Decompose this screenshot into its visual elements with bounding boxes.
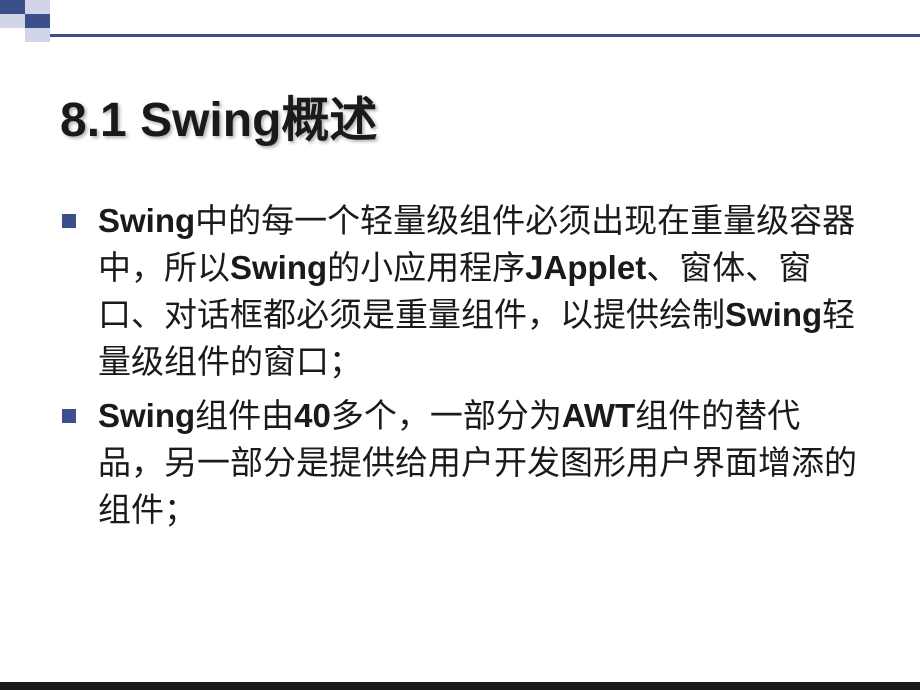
slide-decoration: [0, 0, 920, 42]
bullet-list: Swing中的每一个轻量级组件必须出现在重量级容器中，所以Swing的小应用程序…: [60, 198, 860, 534]
decor-square: [25, 28, 50, 42]
bottom-bar: [0, 682, 920, 690]
decor-square: [25, 14, 50, 28]
decor-square: [0, 14, 25, 28]
bullet-item: Swing中的每一个轻量级组件必须出现在重量级容器中，所以Swing的小应用程序…: [60, 198, 860, 385]
slide-content: 8.1 Swing概述 Swing中的每一个轻量级组件必须出现在重量级容器中，所…: [0, 0, 920, 582]
bullet-item: Swing组件由40多个，一部分为AWT组件的替代品，另一部分是提供给用户开发图…: [60, 393, 860, 534]
decor-square: [25, 0, 50, 14]
slide-title: 8.1 Swing概述: [60, 80, 860, 150]
decor-square: [0, 0, 25, 14]
decor-line: [50, 34, 920, 37]
